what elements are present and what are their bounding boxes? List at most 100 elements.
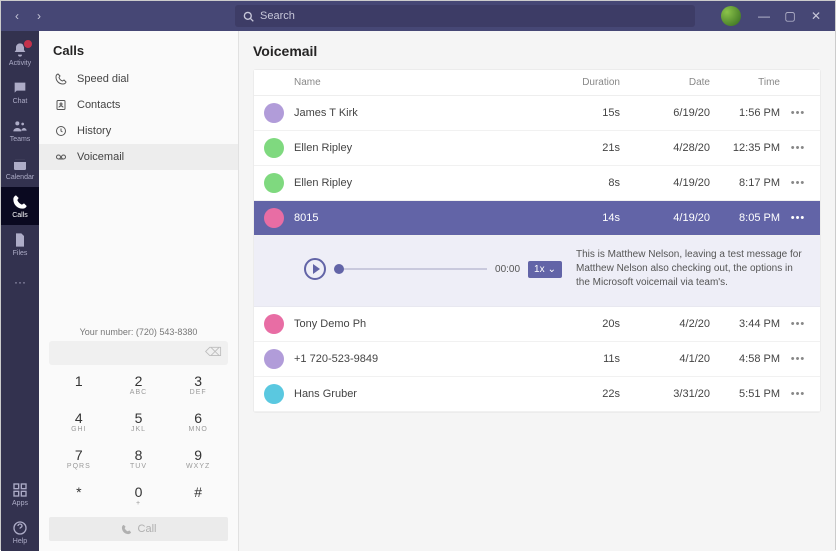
nav-forward-button[interactable]: › [29,6,49,26]
keypad-key-3[interactable]: 3DEF [168,371,228,402]
call-button[interactable]: Call [49,517,228,541]
sidebar-title: Calls [39,31,238,66]
rail-item-chat[interactable]: Chat [1,73,39,111]
row-more-button[interactable]: ••• [786,318,810,330]
voicemail-row[interactable]: Ellen Ripley8s4/19/208:17 PM••• [254,166,820,201]
rail-item-files[interactable]: Files [1,225,39,263]
activity-badge [23,39,33,49]
duration: 15s [556,107,626,119]
time: 8:05 PM [716,212,786,224]
col-duration: Duration [556,77,626,88]
caller-name: Ellen Ripley [294,177,556,189]
voicemail-row[interactable]: Hans Gruber22s3/31/205:51 PM••• [254,377,820,412]
caller-name: +1 720-523-9849 [294,353,556,365]
keypad-key-2[interactable]: 2ABC [109,371,169,402]
row-more-button[interactable]: ••• [786,107,810,119]
row-more-button[interactable]: ••• [786,177,810,189]
voicemail-row[interactable]: 801514s4/19/208:05 PM••• [254,201,820,236]
keypad-key-7[interactable]: 7PQRS [49,445,109,476]
playback-speed-button[interactable]: 1x ⌄ [528,261,562,278]
seek-thumb[interactable] [334,264,344,274]
sidebar-item-contacts[interactable]: Contacts [39,92,238,118]
apps-icon [12,482,28,498]
date: 3/31/20 [626,388,716,400]
window-maximize-button[interactable]: ▢ [777,6,803,26]
keypad-key-1[interactable]: 1 [49,371,109,402]
keypad-key-6[interactable]: 6MNO [168,408,228,439]
row-more-button[interactable]: ••• [786,212,810,224]
rail-item-teams[interactable]: Teams [1,111,39,149]
profile-avatar[interactable] [721,6,741,26]
date: 4/19/20 [626,177,716,189]
date: 4/19/20 [626,212,716,224]
caller-name: Hans Gruber [294,388,556,400]
voicemail-row[interactable]: +1 720-523-984911s4/1/204:58 PM••• [254,342,820,377]
caller-name: James T Kirk [294,107,556,119]
avatar [264,138,284,158]
sidebar-item-history[interactable]: History [39,118,238,144]
avatar [264,103,284,123]
play-button[interactable] [304,258,326,280]
window-close-button[interactable]: ✕ [803,6,829,26]
keypad-key-#[interactable]: # [168,482,228,513]
rail-item-activity[interactable]: Activity [1,35,39,73]
rail-item-help[interactable]: Help [1,513,39,551]
search-icon [243,11,254,22]
help-icon [12,520,28,536]
rail-item-apps[interactable]: Apps [1,475,39,513]
avatar [264,173,284,193]
time: 1:56 PM [716,107,786,119]
time: 5:51 PM [716,388,786,400]
duration: 20s [556,318,626,330]
table-header-row: Name Duration Date Time [254,70,820,96]
search-placeholder: Search [260,10,295,22]
transcript-text: This is Matthew Nelson, leaving a test m… [576,248,806,290]
phone-icon [121,524,132,535]
duration: 8s [556,177,626,189]
keypad-key-4[interactable]: 4GHI [49,408,109,439]
col-name: Name [294,77,556,88]
rail-item-calendar[interactable]: Calendar [1,149,39,187]
time: 12:35 PM [716,142,786,154]
backspace-icon[interactable]: ⌫ [205,345,222,359]
row-more-button[interactable]: ••• [786,388,810,400]
page-title: Voicemail [253,43,821,59]
keypad-key-*[interactable]: * [49,482,109,513]
keypad-key-0[interactable]: 0+ [109,482,169,513]
nav-back-button[interactable]: ‹ [7,6,27,26]
calls-sidebar: Calls Speed dial Contacts History Voicem… [39,31,239,551]
seek-track[interactable] [334,268,487,270]
avatar [264,384,284,404]
voicemail-row[interactable]: Ellen Ripley21s4/28/2012:35 PM••• [254,131,820,166]
sidebar-item-speed-dial[interactable]: Speed dial [39,66,238,92]
files-icon [12,232,28,248]
time: 8:17 PM [716,177,786,189]
dial-input[interactable]: ⌫ [49,341,228,365]
keypad-key-5[interactable]: 5JKL [109,408,169,439]
rail-item-more[interactable]: ··· [1,263,39,301]
voicemail-row[interactable]: James T Kirk15s6/19/201:56 PM••• [254,96,820,131]
content-area: Voicemail Name Duration Date Time James … [239,31,835,551]
row-more-button[interactable]: ••• [786,142,810,154]
contacts-icon [55,99,67,111]
search-input[interactable]: Search [235,5,695,27]
keypad-key-8[interactable]: 8TUV [109,445,169,476]
avatar [264,314,284,334]
teams-icon [12,118,28,134]
time: 4:58 PM [716,353,786,365]
play-icon [313,264,320,274]
voicemail-table: Name Duration Date Time James T Kirk15s6… [253,69,821,413]
sidebar-item-voicemail[interactable]: Voicemail [39,144,238,170]
phone-icon [55,73,67,85]
keypad-key-9[interactable]: 9WXYZ [168,445,228,476]
avatar [264,208,284,228]
row-more-button[interactable]: ••• [786,353,810,365]
window-minimize-button[interactable]: — [751,6,777,26]
date: 6/19/20 [626,107,716,119]
caller-name: Ellen Ripley [294,142,556,154]
avatar [264,349,284,369]
voicemail-row[interactable]: Tony Demo Ph20s4/2/203:44 PM••• [254,307,820,342]
calendar-icon [12,156,28,172]
rail-item-calls[interactable]: Calls [1,187,39,225]
your-number-label: Your number: (720) 543-8380 [49,327,228,337]
